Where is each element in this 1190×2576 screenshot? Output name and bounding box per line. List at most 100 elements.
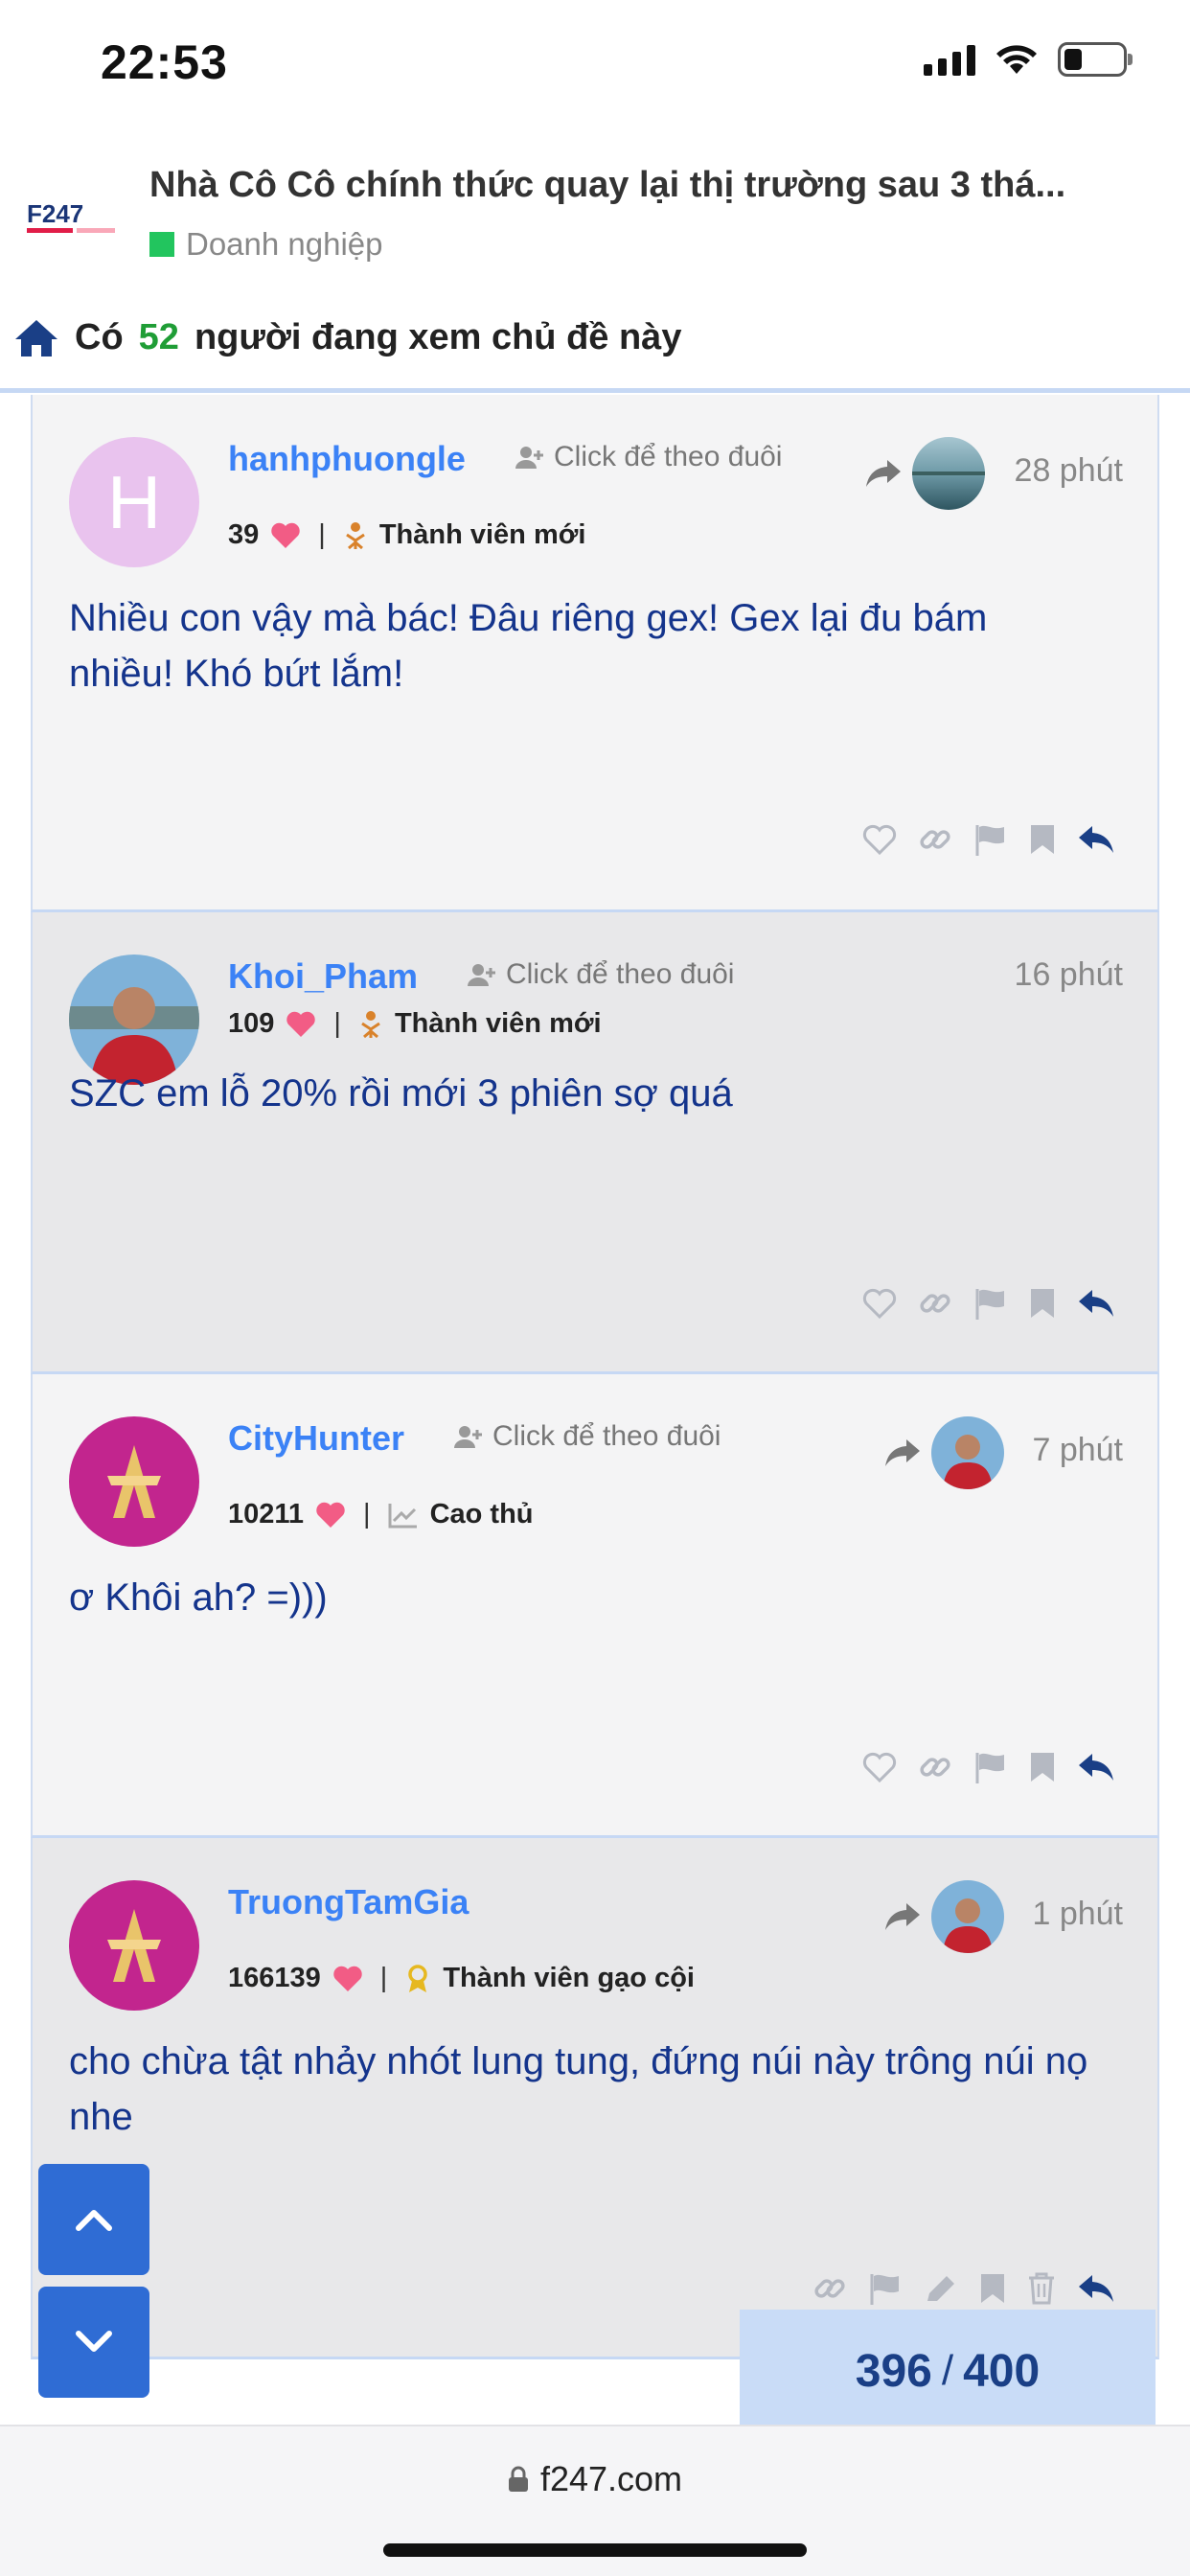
separator: |: [333, 1008, 341, 1039]
reply-to[interactable]: [883, 1416, 1004, 1489]
post-content: cho chừa tật nhảy nhót lung tung, đứng n…: [69, 2040, 1088, 2138]
follow-label: Click để theo đuôi: [554, 441, 783, 472]
avatar[interactable]: H: [69, 437, 199, 567]
like-count: 39: [228, 519, 260, 550]
user-meta: 166139 | Thành viên gạo cội: [228, 1963, 695, 1994]
award-icon: [408, 1964, 428, 1992]
separator: |: [363, 1499, 371, 1530]
post: H hanhphuongle Click để theo đuôi 28 phú…: [31, 395, 1159, 912]
share-arrow-icon: [866, 460, 901, 487]
like-icon[interactable]: [862, 1752, 897, 1782]
follow-button[interactable]: Click để theo đuôi: [468, 958, 734, 991]
heart-icon: [316, 1502, 345, 1528]
reply-icon[interactable]: [1077, 1752, 1115, 1782]
lock-icon: [508, 2466, 528, 2492]
home-indicator[interactable]: [383, 2543, 807, 2557]
avatar[interactable]: [69, 1880, 199, 2011]
reply-to-avatar: [931, 1880, 1004, 1953]
f247-logo[interactable]: F247: [27, 199, 119, 238]
bookmark-icon[interactable]: [979, 2272, 1006, 2305]
trash-icon[interactable]: [1027, 2272, 1056, 2305]
follow-label: Click để theo đuôi: [506, 958, 735, 990]
rank-label: Cao thủ: [429, 1499, 534, 1530]
username[interactable]: CityHunter: [228, 1418, 404, 1459]
reply-to-avatar: [931, 1416, 1004, 1489]
topic-title[interactable]: Nhà Cô Cô chính thức quay lại thị trường…: [149, 165, 1146, 206]
post-actions: [862, 822, 1115, 857]
post-content: Nhiều con vậy mà bác! Đâu riêng gex! Gex…: [69, 597, 988, 695]
post-position-counter[interactable]: 396 / 400: [740, 2310, 1156, 2432]
post-content: ơ Khôi ah? =))): [69, 1576, 328, 1619]
link-icon[interactable]: [812, 2271, 847, 2306]
post-time[interactable]: 28 phút: [1015, 452, 1123, 490]
add-user-icon: [515, 447, 543, 469]
link-icon[interactable]: [918, 822, 952, 857]
reply-to[interactable]: [883, 1880, 1004, 1953]
separator: |: [379, 1963, 388, 1993]
browser-url-bar: f247.com: [0, 2425, 1190, 2576]
follow-button[interactable]: Click để theo đuôi: [454, 1420, 721, 1453]
edit-pencil-icon[interactable]: [924, 2272, 958, 2305]
reply-icon[interactable]: [1077, 824, 1115, 855]
post-time[interactable]: 1 phút: [1032, 1896, 1123, 1933]
battery-icon: [1058, 42, 1133, 77]
url-text: f247.com: [539, 2459, 683, 2498]
like-count: 109: [228, 1008, 275, 1039]
username[interactable]: TruongTamGia: [228, 1882, 469, 1922]
current-post-number: 396: [855, 2345, 932, 2397]
user-meta: 39 | Thành viên mới: [228, 519, 585, 551]
chevron-down-icon: [76, 2331, 112, 2352]
bookmark-icon[interactable]: [1029, 1751, 1056, 1783]
bookmark-icon[interactable]: [1029, 823, 1056, 856]
scroll-down-button[interactable]: [38, 2287, 149, 2398]
post-actions: [812, 2271, 1115, 2306]
post-time[interactable]: 16 phút: [1015, 956, 1123, 994]
follow-label: Click để theo đuôi: [492, 1420, 721, 1452]
post: CityHunter Click để theo đuôi 7 phút 102…: [31, 1374, 1159, 1838]
username[interactable]: hanhphuongle: [228, 439, 466, 479]
username[interactable]: Khoi_Pham: [228, 956, 418, 997]
reply-to[interactable]: [864, 437, 985, 510]
topic-category[interactable]: Doanh nghiệp: [149, 226, 383, 263]
like-icon[interactable]: [862, 824, 897, 855]
reply-icon[interactable]: [1077, 2273, 1115, 2304]
status-time: 22:53: [101, 35, 228, 89]
new-member-icon: [361, 1010, 380, 1038]
post: TruongTamGia 1 phút 166139 | Thành viên …: [31, 1838, 1159, 2359]
avatar[interactable]: [69, 1416, 199, 1547]
flag-icon[interactable]: [868, 2272, 903, 2305]
counter-separator: /: [941, 2347, 954, 2394]
link-icon[interactable]: [918, 1286, 952, 1321]
like-count: 10211: [228, 1499, 305, 1530]
reply-icon[interactable]: [1077, 1288, 1115, 1319]
flag-icon[interactable]: [973, 1751, 1008, 1783]
status-icons: [924, 42, 1133, 77]
status-bar: 22:53: [0, 0, 1190, 134]
share-arrow-icon: [885, 1903, 920, 1930]
post-actions: [862, 1286, 1115, 1321]
rank-label: Thành viên mới: [378, 519, 586, 550]
scroll-up-button[interactable]: [38, 2164, 149, 2275]
add-user-icon: [454, 1426, 482, 1448]
avatar-letter: H: [106, 459, 162, 544]
heart-icon: [271, 522, 300, 548]
user-meta: 10211 | Cao thủ: [228, 1499, 534, 1530]
follow-button[interactable]: Click để theo đuôi: [515, 441, 782, 473]
bookmark-icon[interactable]: [1029, 1287, 1056, 1320]
link-icon[interactable]: [918, 1750, 952, 1784]
viewers-prefix: Có: [75, 317, 124, 357]
category-label: Doanh nghiệp: [186, 226, 383, 262]
heart-icon: [333, 1966, 362, 1991]
post-time[interactable]: 7 phút: [1032, 1432, 1123, 1469]
logo-text: F247: [27, 199, 83, 228]
address-bar[interactable]: f247.com: [0, 2459, 1190, 2499]
category-color-square: [149, 232, 174, 257]
home-icon[interactable]: [13, 318, 59, 358]
flag-icon[interactable]: [973, 1287, 1008, 1320]
separator: |: [318, 519, 326, 550]
like-icon[interactable]: [862, 1288, 897, 1319]
total-post-number: 400: [963, 2345, 1041, 2397]
post-content: SZC em lỗ 20% rồi mới 3 phiên sợ quá: [69, 1072, 733, 1115]
flag-icon[interactable]: [973, 823, 1008, 856]
share-arrow-icon: [885, 1439, 920, 1466]
